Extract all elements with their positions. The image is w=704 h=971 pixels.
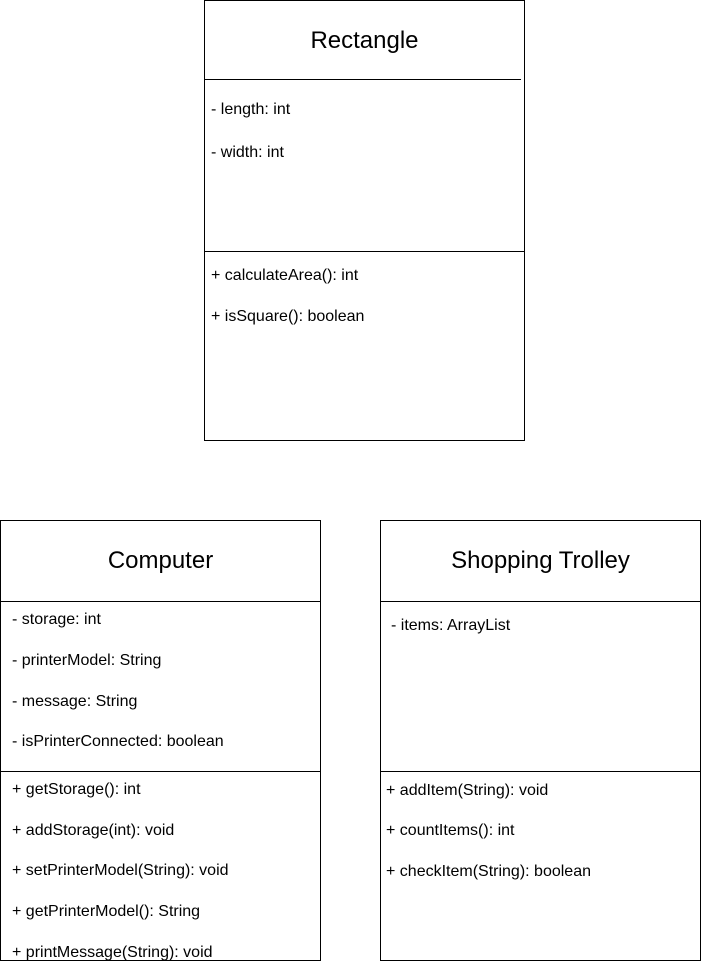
- operations-divider: [1, 771, 320, 772]
- attribute: - message: String: [12, 693, 138, 710]
- attribute: - width: int: [211, 144, 284, 161]
- operation: + calculateArea(): int: [211, 267, 359, 284]
- class-box-rectangle[interactable]: Rectangle - length: int - width: int + c…: [204, 0, 525, 441]
- operation: + isSquare(): boolean: [211, 308, 365, 325]
- operation: + countItems(): int: [386, 822, 515, 839]
- attribute: - storage: int: [12, 611, 101, 628]
- attribute: - length: int: [211, 101, 291, 118]
- attribute: - items: ArrayList: [391, 617, 511, 634]
- header-divider: [205, 79, 521, 80]
- class-name: Computer: [1, 521, 320, 602]
- operation: + getStorage(): int: [12, 781, 141, 798]
- operations-divider: [205, 251, 524, 252]
- operation: + checkItem(String): boolean: [386, 863, 591, 880]
- operation: + addItem(String): void: [386, 782, 549, 799]
- attribute: - isPrinterConnected: boolean: [12, 733, 224, 750]
- class-name: Rectangle: [310, 26, 419, 54]
- operation: + addStorage(int): void: [12, 822, 175, 839]
- operation: + getPrinterModel(): String: [12, 903, 201, 920]
- class-box-computer[interactable]: Computer - storage: int - printerModel: …: [0, 520, 321, 961]
- class-name: Shopping Trolley: [381, 521, 700, 602]
- operations-divider: [381, 771, 700, 772]
- class-box-shopping-trolley[interactable]: Shopping Trolley - items: ArrayList + ad…: [380, 520, 701, 961]
- attribute: - printerModel: String: [12, 652, 162, 669]
- operation: + printMessage(String): void: [12, 944, 213, 961]
- operation: + setPrinterModel(String): void: [12, 862, 229, 879]
